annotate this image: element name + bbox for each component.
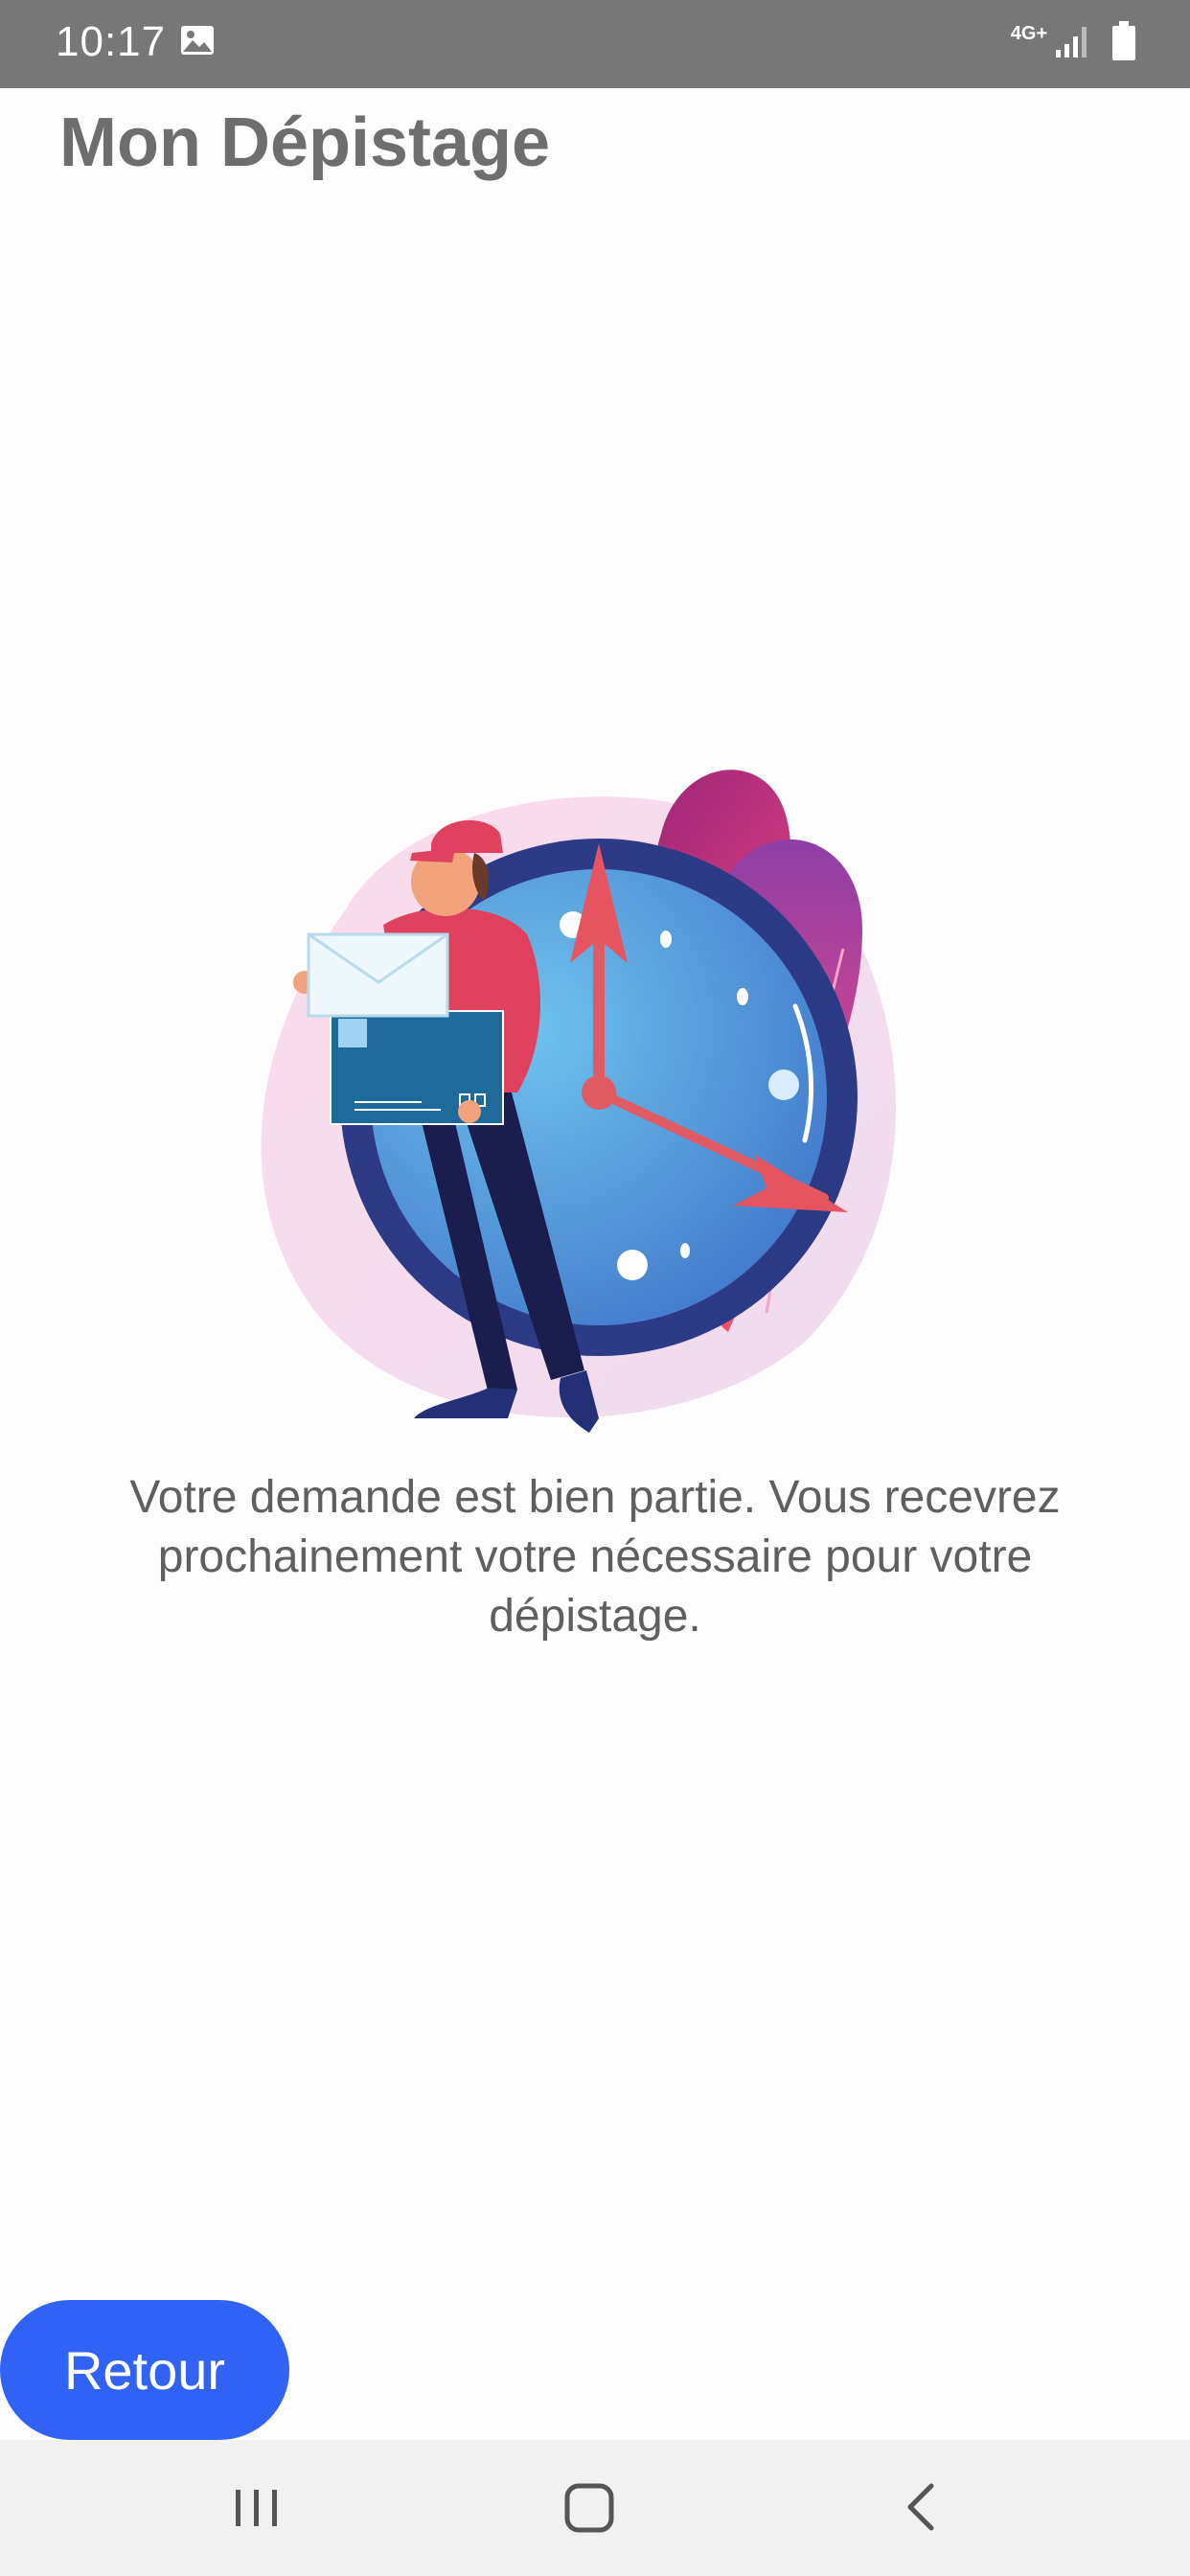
delivery-illustration xyxy=(261,770,896,1433)
signal-icon xyxy=(1056,27,1087,58)
home-icon[interactable] xyxy=(560,2476,621,2538)
confirmation-message: Votre demande est bien partie. Vous rece… xyxy=(129,1472,1061,1642)
recents-icon[interactable] xyxy=(228,2478,286,2536)
status-time: 10:17 xyxy=(56,18,167,65)
back-icon[interactable] xyxy=(897,2476,945,2538)
envelope-icon xyxy=(307,932,449,1018)
network-label: 4G+ xyxy=(1010,23,1048,44)
battery-icon xyxy=(1112,21,1135,60)
retour-button[interactable]: Retour xyxy=(0,2300,289,2440)
page-title: Mon Dépistage xyxy=(59,104,551,181)
navigation-bar xyxy=(0,2440,1190,2576)
gallery-icon xyxy=(181,26,214,55)
status-bar: 10:17 4G+ xyxy=(0,0,1190,88)
